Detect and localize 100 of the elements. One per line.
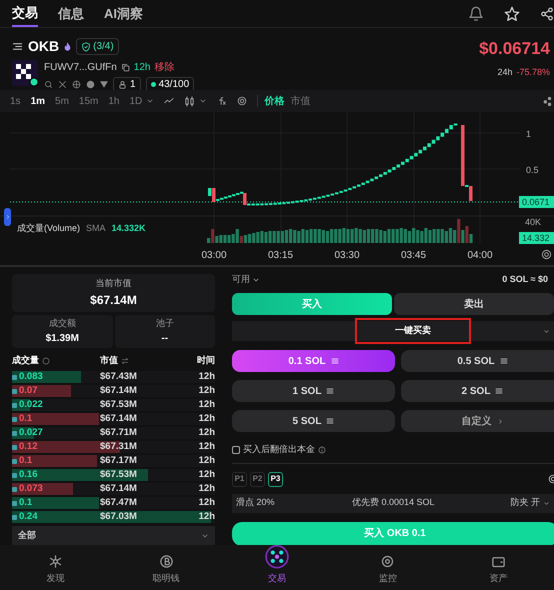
list-icon <box>326 387 334 395</box>
axis-label: 1 <box>526 128 532 141</box>
stat-value: -- <box>161 332 168 346</box>
token-icon <box>12 430 17 436</box>
nav-tab[interactable]: 交易 <box>222 545 332 590</box>
amount-button[interactable]: 2 SOL <box>401 380 554 402</box>
stat-label: 当前市值 <box>96 277 132 290</box>
token-icon <box>12 514 17 520</box>
score-value: 43/100 <box>158 78 190 92</box>
interval-tab[interactable]: 1D <box>130 94 142 108</box>
chevron-down-icon <box>201 532 209 540</box>
mode-selector[interactable]: 一键买卖 <box>355 318 471 344</box>
trade-time: 12h <box>198 510 215 524</box>
token-age: 12h <box>134 61 150 75</box>
chart-mode-tab[interactable]: 价格 <box>264 94 284 108</box>
trade-mcap: $67.17M <box>100 454 138 468</box>
token-icon <box>12 500 17 506</box>
preset-tab[interactable]: P1 <box>232 472 247 486</box>
chevron-down-icon[interactable] <box>199 97 208 105</box>
line-chart-icon[interactable] <box>164 96 174 106</box>
chevron-right-icon <box>4 214 10 220</box>
nav-tab[interactable]: 聪明钱 <box>110 545 222 590</box>
token-icon <box>12 458 17 464</box>
nodes-icon[interactable] <box>542 96 552 106</box>
amount-button[interactable]: 0.1 SOL <box>232 350 395 372</box>
shield-check-icon <box>81 42 92 52</box>
token-symbol: OKB <box>28 37 60 56</box>
audit-badge[interactable]: (3/4) <box>76 38 119 55</box>
nav-label: 发现 <box>46 572 64 584</box>
trade-amount: 0.073 <box>19 482 44 496</box>
list-icon[interactable] <box>12 41 23 52</box>
checkbox[interactable] <box>232 446 240 454</box>
remove-link[interactable]: 移除 <box>154 60 174 75</box>
status-dot-icon <box>150 82 156 87</box>
interval-tab[interactable]: 5m <box>55 94 69 108</box>
preset-tab[interactable]: P3 <box>268 472 283 486</box>
nav-tab[interactable]: 监控 <box>332 545 444 590</box>
settings-icon[interactable] <box>237 96 248 106</box>
settings-icon[interactable] <box>541 249 552 260</box>
token-icon <box>12 472 17 478</box>
dropdown-triangle-icon[interactable] <box>100 81 108 88</box>
globe-icon[interactable] <box>72 80 81 89</box>
chevron-down-icon[interactable] <box>146 97 154 105</box>
interval-tab[interactable]: 1s <box>10 94 21 108</box>
token-icon <box>12 388 17 394</box>
coin-icon[interactable] <box>86 80 95 89</box>
bell-plus-icon[interactable] <box>468 6 484 22</box>
swap-icon[interactable] <box>121 357 129 365</box>
chevron-down-icon[interactable] <box>543 328 550 335</box>
trade-time: 12h <box>198 468 215 482</box>
nav-label: 交易 <box>268 572 286 584</box>
nav-tab[interactable]: 发现 <box>0 545 111 590</box>
chevron-down-icon[interactable] <box>543 500 550 506</box>
trade-time: 12h <box>198 398 215 412</box>
chart-mode-tab[interactable]: 市值 <box>290 94 310 108</box>
top-tab[interactable]: 信息 <box>58 0 84 27</box>
chevron-down-icon <box>252 276 260 284</box>
search-icon[interactable] <box>44 80 53 89</box>
available-dropdown[interactable]: 可用 <box>232 273 260 287</box>
copy-icon[interactable] <box>120 63 130 72</box>
top-tab[interactable]: AI洞察 <box>104 0 143 27</box>
interval-tab[interactable]: 1h <box>108 94 120 108</box>
time-label: 03:15 <box>266 249 294 263</box>
lock-person-icon <box>118 80 127 89</box>
interval-tab[interactable]: 15m <box>78 94 98 108</box>
token-icon <box>12 374 17 380</box>
volume-sma-value: 14.332K <box>112 222 146 235</box>
interval-tab[interactable]: 1m <box>30 94 46 108</box>
time-label: 04:00 <box>466 249 494 263</box>
token-icon <box>12 416 17 422</box>
preset-tab[interactable]: P2 <box>250 472 265 486</box>
trade-time: 12h <box>198 454 215 468</box>
expand-tab[interactable] <box>4 208 11 226</box>
function-icon[interactable] <box>217 96 228 106</box>
trade-time: 12h <box>198 496 215 510</box>
axis-label: 0.5 <box>526 164 539 177</box>
custom-amount-button[interactable]: 自定义 <box>401 410 554 432</box>
mev-protection[interactable]: 防夹 开 <box>510 496 540 510</box>
trade-time: 12h <box>198 384 215 398</box>
time-label: 03:45 <box>400 249 428 263</box>
top-tab[interactable]: 交易 <box>12 0 38 27</box>
star-icon[interactable] <box>504 6 520 22</box>
column-header: 时间 <box>197 354 215 368</box>
share-icon[interactable] <box>540 6 554 22</box>
priority-fee[interactable]: 优先费 0.00014 SOL <box>352 496 510 510</box>
change-period: 24h <box>497 66 512 78</box>
amount-button[interactable]: 0.5 SOL <box>401 350 554 372</box>
amount-button[interactable]: 5 SOL <box>232 410 395 432</box>
x-icon[interactable] <box>58 80 67 89</box>
trade-side-tab[interactable]: 卖出 <box>394 293 554 315</box>
info-icon[interactable] <box>318 446 326 454</box>
volume-sma-label: SMA <box>86 222 106 235</box>
amount-button[interactable]: 1 SOL <box>232 380 395 402</box>
trade-time: 12h <box>198 412 215 426</box>
nav-tab[interactable]: 资产 <box>443 545 554 590</box>
filter-dropdown[interactable]: 全部 <box>12 526 215 546</box>
slippage[interactable]: 滑点 20% <box>236 496 352 510</box>
volume-title: 成交量(Volume) <box>17 222 80 235</box>
trade-mcap: $67.31M <box>100 440 138 454</box>
candlestick-icon[interactable] <box>184 96 196 106</box>
